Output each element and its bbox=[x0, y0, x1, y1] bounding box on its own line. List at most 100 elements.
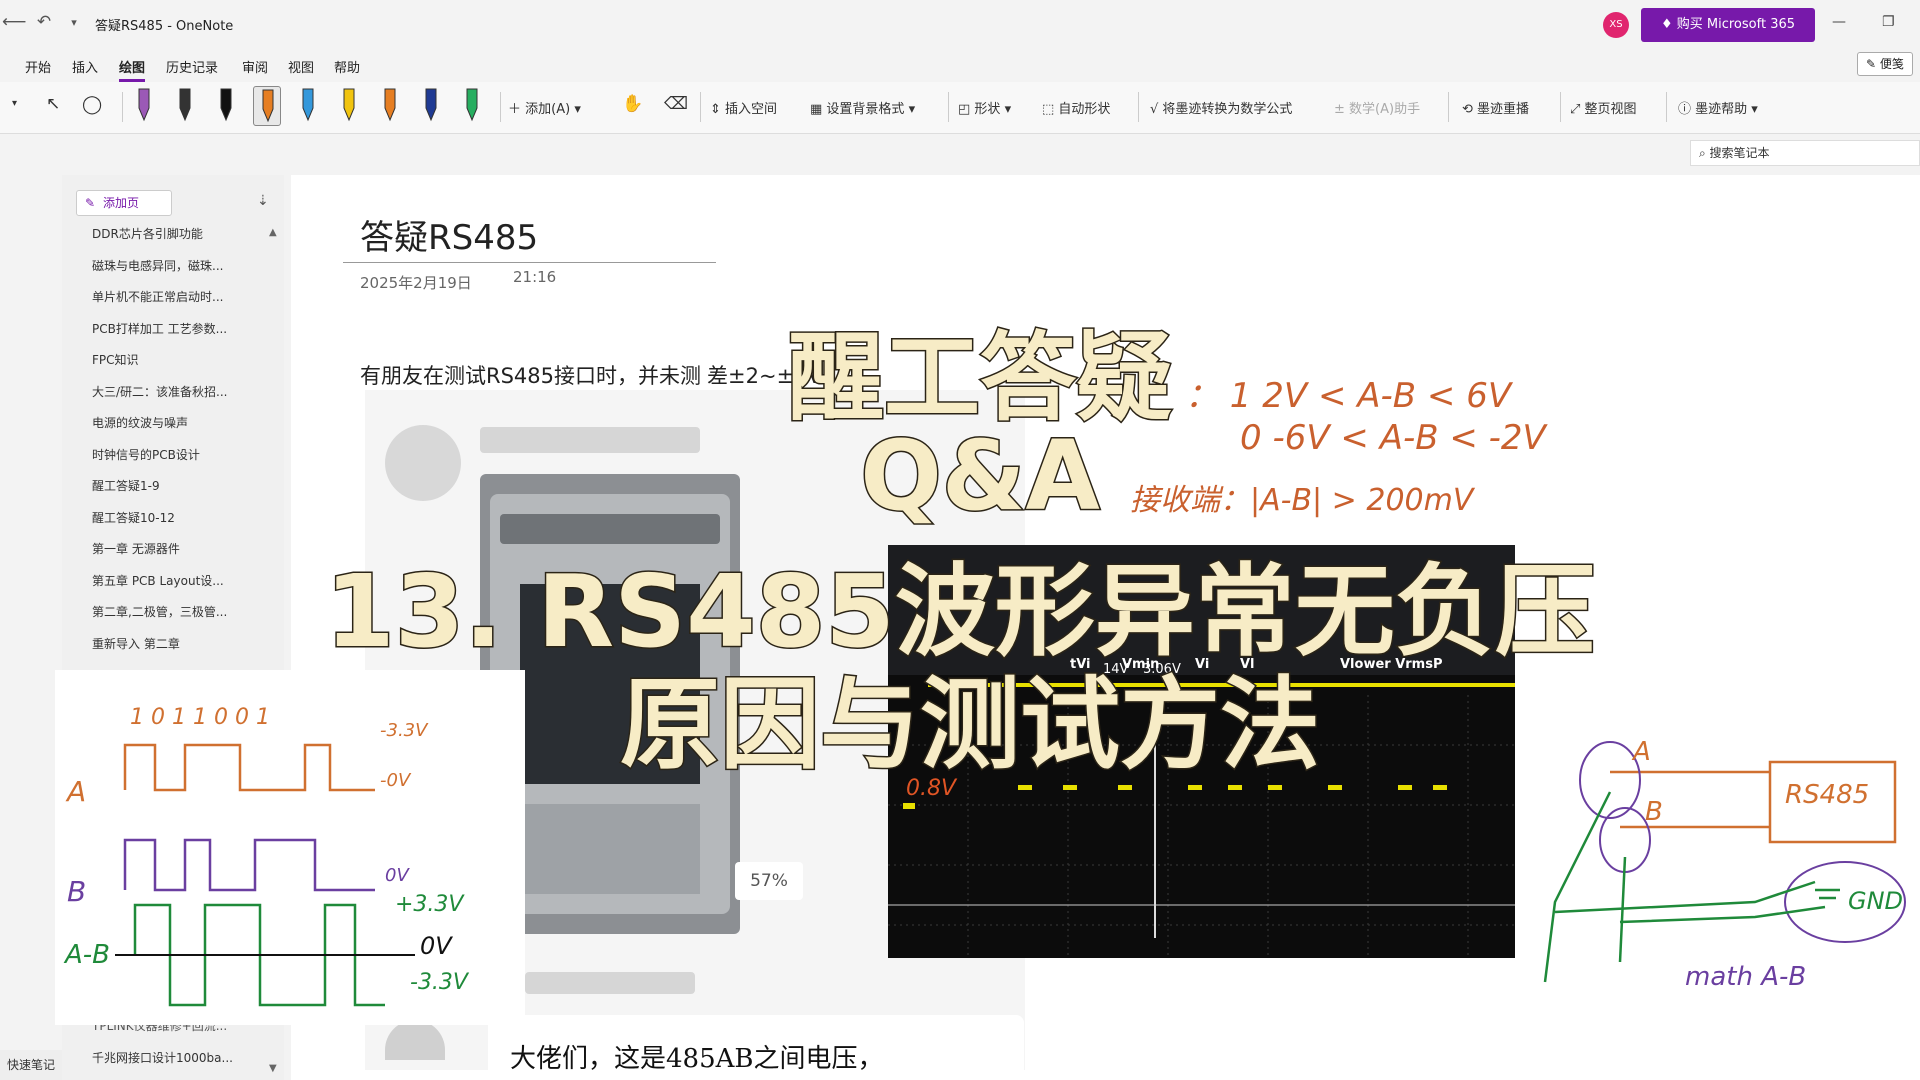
auto-shapes-icon: ⬚ bbox=[1042, 102, 1059, 117]
sticky-notes-label: 便笺 bbox=[1879, 57, 1904, 71]
ribbon-separator bbox=[700, 92, 701, 122]
back-icon[interactable]: ⟵ bbox=[2, 12, 26, 32]
ribbon-separator bbox=[122, 92, 123, 122]
ink-replay-label: 墨迹重播 bbox=[1477, 102, 1530, 117]
blurred-username bbox=[525, 972, 695, 994]
quick-notes-button[interactable]: 快速笔记 bbox=[0, 1050, 62, 1080]
sticky-notes-button[interactable]: ✎ 便笺 bbox=[1857, 52, 1913, 76]
menu-draw[interactable]: 绘图 bbox=[119, 57, 146, 82]
help-icon: ⓘ bbox=[1678, 102, 1696, 117]
plus-icon: ＋ bbox=[508, 102, 526, 117]
add-page-icon: ✎ bbox=[85, 196, 96, 210]
menu-home[interactable]: 开始 bbox=[25, 57, 51, 76]
page-item[interactable]: 磁珠与电感异同，磁珠... bbox=[92, 257, 223, 274]
add-pen-label: 添加(A) bbox=[525, 102, 571, 117]
auto-shapes-label: 自动形状 bbox=[1058, 102, 1111, 117]
undo-icon[interactable]: ↶ bbox=[32, 12, 56, 32]
ribbon-separator bbox=[1666, 92, 1667, 122]
handwriting-probe-b: B bbox=[1645, 797, 1663, 827]
add-pen-button[interactable]: ＋ 添加(A) ▾ bbox=[508, 98, 581, 117]
menu-insert[interactable]: 插入 bbox=[72, 57, 98, 76]
page-item[interactable]: 千兆网接口设计1000ba... bbox=[92, 1049, 233, 1066]
pen-tool-icon[interactable] bbox=[130, 86, 158, 126]
ink-help-label: 墨迹帮助 bbox=[1695, 102, 1748, 117]
math-assistant-button[interactable]: ± 数学(A)助手 bbox=[1334, 98, 1420, 117]
page-time: 21:16 bbox=[513, 268, 557, 286]
handwriting-voltage: -3.3V bbox=[410, 970, 468, 995]
pen-tool-icon[interactable] bbox=[335, 86, 363, 126]
search-icon: ⌕ bbox=[1699, 146, 1710, 160]
probe-a-lead bbox=[1543, 791, 1612, 983]
quick-access-dropdown-icon[interactable]: ▾ bbox=[62, 16, 86, 29]
add-page-button[interactable]: ✎ 添加页 bbox=[76, 190, 172, 216]
buy-microsoft-365-label: 购买 Microsoft 365 bbox=[1676, 17, 1796, 32]
handwriting-math-label: math A-B bbox=[1685, 962, 1807, 992]
ribbon-separator bbox=[1138, 92, 1139, 122]
ink-math-icon: √ bbox=[1150, 102, 1163, 117]
zoom-percentage-badge: 57% bbox=[735, 862, 803, 900]
pen-tool-icon[interactable] bbox=[376, 86, 404, 126]
insert-space-button[interactable]: ⇕ 插入空间 bbox=[710, 98, 777, 117]
overlay-title-line4: 原因与测试方法 bbox=[619, 665, 1322, 785]
window-title: 答疑RS485 - OneNote bbox=[95, 19, 234, 34]
pen-tool-icon[interactable] bbox=[253, 86, 281, 126]
handwriting-label-b: B bbox=[67, 875, 87, 908]
pen-tool-icon[interactable] bbox=[294, 86, 322, 126]
ink-to-math-label: 将墨迹转换为数学公式 bbox=[1162, 102, 1293, 117]
ribbon-separator bbox=[948, 92, 949, 122]
replay-icon: ⟲ bbox=[1462, 102, 1478, 117]
ink-to-math-button[interactable]: √ 将墨迹转换为数学公式 bbox=[1150, 98, 1292, 117]
pen-tool-icon[interactable] bbox=[212, 86, 240, 126]
insert-space-icon: ⇕ bbox=[710, 102, 726, 117]
eraser-icon[interactable]: ⌫ bbox=[664, 94, 688, 114]
sticky-notes-icon: ✎ bbox=[1866, 57, 1880, 71]
pen-tool-icon[interactable] bbox=[458, 86, 486, 126]
search-notebook-input[interactable]: ⌕ 搜索笔记本 bbox=[1690, 140, 1920, 166]
sort-icon[interactable]: ⇣ bbox=[257, 193, 269, 209]
page-item[interactable]: DDR芯片各引脚功能 bbox=[92, 225, 203, 242]
restore-button[interactable]: ❐ bbox=[1882, 14, 1895, 30]
user-avatar[interactable]: XS bbox=[1603, 12, 1629, 38]
title-bar: ⟵ ↶ ▾ 答疑RS485 - OneNote XS ♦ 购买 Microsof… bbox=[0, 0, 1920, 48]
background-format-button[interactable]: ▦ 设置背景格式 ▾ bbox=[810, 98, 915, 117]
ribbon-separator bbox=[1560, 92, 1561, 122]
draw-ribbon: ▾ ↖ ◯ ＋ 添加(A) ▾ ✋ ⌫ ⇕ 插入空间 ▦ 设置背景格式 ▾ ◰ … bbox=[0, 82, 1920, 134]
pen-tool-icon[interactable] bbox=[417, 86, 445, 126]
menu-bar: 开始 插入 绘图 历史记录 审阅 视图 帮助 bbox=[0, 50, 1920, 82]
shapes-label: 形状 bbox=[974, 102, 1001, 117]
buy-microsoft-365-button[interactable]: ♦ 购买 Microsoft 365 bbox=[1641, 8, 1815, 42]
full-page-icon: ⤢ bbox=[1570, 102, 1585, 117]
signal-b-trace bbox=[123, 838, 375, 892]
shapes-icon: ◰ bbox=[958, 102, 975, 117]
hand-pan-icon[interactable]: ✋ bbox=[622, 94, 643, 114]
full-page-view-button[interactable]: ⤢ 整页视图 bbox=[1570, 98, 1637, 117]
ribbon-separator bbox=[500, 92, 501, 122]
menu-view[interactable]: 视图 bbox=[288, 57, 314, 76]
auto-shapes-button[interactable]: ⬚ 自动形状 bbox=[1042, 98, 1110, 117]
menu-review[interactable]: 审阅 bbox=[242, 57, 268, 76]
chevron-down-icon[interactable]: ▾ bbox=[12, 98, 17, 109]
grid-icon: ▦ bbox=[810, 102, 827, 117]
page-date: 2025年2月19日 bbox=[360, 274, 472, 292]
ribbon-separator bbox=[1448, 92, 1449, 122]
scroll-up-arrow[interactable]: ▲ bbox=[269, 227, 277, 238]
menu-help[interactable]: 帮助 bbox=[334, 57, 360, 76]
pen-tool-icon[interactable] bbox=[171, 86, 199, 126]
ink-replay-button[interactable]: ⟲ 墨迹重播 bbox=[1462, 98, 1529, 117]
minimize-button[interactable]: — bbox=[1832, 14, 1846, 30]
page-title[interactable]: 答疑RS485 bbox=[360, 210, 538, 259]
ink-help-button[interactable]: ⓘ 墨迹帮助 ▾ bbox=[1678, 98, 1758, 117]
handwriting-voltage: +3.3V bbox=[395, 892, 464, 917]
full-page-view-label: 整页视图 bbox=[1584, 102, 1637, 117]
lasso-select-icon[interactable]: ◯ bbox=[82, 94, 102, 115]
ground-lead bbox=[1554, 880, 1816, 914]
chat-message-text: 大佬们，这是485AB之间电压， bbox=[510, 1044, 884, 1074]
search-placeholder: 搜索笔记本 bbox=[1709, 146, 1770, 160]
overlay-title-line2: Q&A bbox=[859, 419, 1102, 534]
title-underline bbox=[343, 262, 716, 263]
shapes-button[interactable]: ◰ 形状 ▾ bbox=[958, 98, 1011, 117]
scroll-down-arrow[interactable]: ▼ bbox=[269, 1063, 277, 1074]
select-cursor-icon[interactable]: ↖ bbox=[46, 94, 60, 114]
insert-space-label: 插入空间 bbox=[725, 102, 778, 117]
menu-history[interactable]: 历史记录 bbox=[166, 57, 218, 76]
